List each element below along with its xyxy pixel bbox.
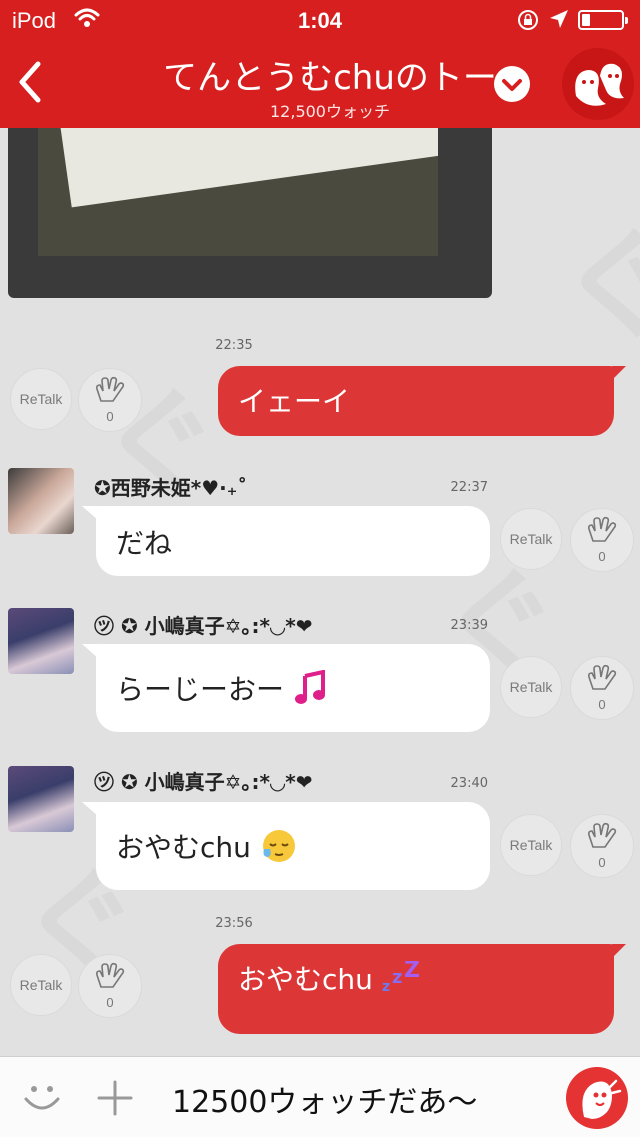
- clap-icon: [96, 376, 125, 402]
- smiley-icon: [24, 1086, 60, 1110]
- mascot-icon: [575, 63, 624, 106]
- clap-count: 0: [598, 549, 606, 564]
- avatar[interactable]: [8, 468, 74, 534]
- svg-text:Z: Z: [404, 961, 420, 983]
- clap-button[interactable]: 0: [570, 508, 634, 572]
- svg-text:z: z: [392, 967, 402, 988]
- photo-message[interactable]: [8, 128, 492, 298]
- watch-count: 12,500ウォッチ: [270, 102, 390, 121]
- location-icon: [548, 8, 570, 36]
- clap-count: 0: [106, 995, 114, 1010]
- incoming-message[interactable]: おやむchu: [82, 802, 490, 890]
- mascot-button[interactable]: [562, 48, 634, 120]
- retalk-button[interactable]: ReTalk: [500, 656, 562, 718]
- rotation-lock-icon: [516, 8, 540, 38]
- incoming-message[interactable]: だね: [82, 506, 490, 576]
- status-bar: iPod 1:04: [0, 0, 640, 40]
- message-time: 23:40: [450, 776, 488, 791]
- chat-header: てんとうむchuのトー 12,500ウォッチ: [0, 40, 640, 128]
- message-input[interactable]: 12500ウォッチだあ〜: [172, 1077, 552, 1121]
- send-button[interactable]: [566, 1067, 628, 1129]
- retalk-button[interactable]: ReTalk: [10, 368, 72, 430]
- clap-count: 0: [598, 697, 606, 712]
- sender-name: ✪西野未姫*♥·₊˚: [94, 476, 248, 500]
- clap-button[interactable]: 0: [78, 368, 142, 432]
- clap-icon: [588, 822, 617, 848]
- avatar[interactable]: [8, 608, 74, 674]
- zzz-emoji: z z Z: [382, 958, 422, 1002]
- chat-title: てんとうむchuのトー: [163, 58, 497, 98]
- clap-icon: [588, 516, 617, 542]
- background-pattern: ぐ: [560, 188, 640, 362]
- retalk-button[interactable]: ReTalk: [500, 508, 562, 570]
- emoji-button[interactable]: [22, 1079, 62, 1119]
- message-timestamp: 23:56: [215, 916, 253, 931]
- sender-name: ㋡ ✪ 小嶋真子✡｡:*◡*❤: [94, 614, 313, 638]
- message-text: イェーイ: [238, 385, 351, 418]
- clap-icon: [96, 962, 125, 988]
- chevron-down-icon: [502, 79, 522, 91]
- clap-button[interactable]: 0: [570, 814, 634, 878]
- message-time: 23:39: [450, 618, 488, 633]
- chat-area[interactable]: ぐ ぐ ぐ ぐ 22:35 ReTalk 0 イェーイ ✪西野未姫*♥·₊˚ 2…: [0, 128, 640, 1056]
- avatar[interactable]: [8, 766, 74, 832]
- clap-count: 0: [598, 855, 606, 870]
- add-button[interactable]: [96, 1079, 134, 1121]
- clap-icon: [588, 664, 617, 690]
- sleepy-face-emoji: [260, 827, 298, 872]
- mascot-send-icon: [582, 1079, 622, 1119]
- photo-image: [38, 128, 438, 256]
- musical-note-emoji: [293, 669, 329, 713]
- svg-text:z: z: [382, 979, 390, 995]
- message-time: 22:37: [450, 480, 488, 495]
- outgoing-message[interactable]: イェーイ: [218, 366, 626, 436]
- retalk-button[interactable]: ReTalk: [500, 814, 562, 876]
- dropdown-button[interactable]: [494, 66, 530, 102]
- message-text: だね: [116, 527, 173, 560]
- incoming-message[interactable]: らーじーおー: [82, 644, 490, 732]
- clap-button[interactable]: 0: [570, 656, 634, 720]
- battery-icon: [578, 10, 628, 30]
- clap-button[interactable]: 0: [78, 954, 142, 1018]
- message-text: おやむchu: [116, 831, 251, 864]
- message-text: おやむchu: [238, 963, 373, 996]
- sender-name: ㋡ ✪ 小嶋真子✡｡:*◡*❤: [94, 770, 313, 794]
- chevron-left-icon: [19, 61, 41, 103]
- message-input-bar: 12500ウォッチだあ〜: [0, 1056, 640, 1137]
- plus-icon: [97, 1080, 133, 1116]
- back-button[interactable]: [14, 58, 44, 110]
- message-timestamp: 22:35: [215, 338, 253, 353]
- message-text: らーじーおー: [116, 673, 285, 706]
- outgoing-message[interactable]: おやむchu z z Z: [218, 944, 626, 1034]
- retalk-button[interactable]: ReTalk: [10, 954, 72, 1016]
- status-time: 1:04: [297, 8, 343, 33]
- clap-count: 0: [106, 409, 114, 424]
